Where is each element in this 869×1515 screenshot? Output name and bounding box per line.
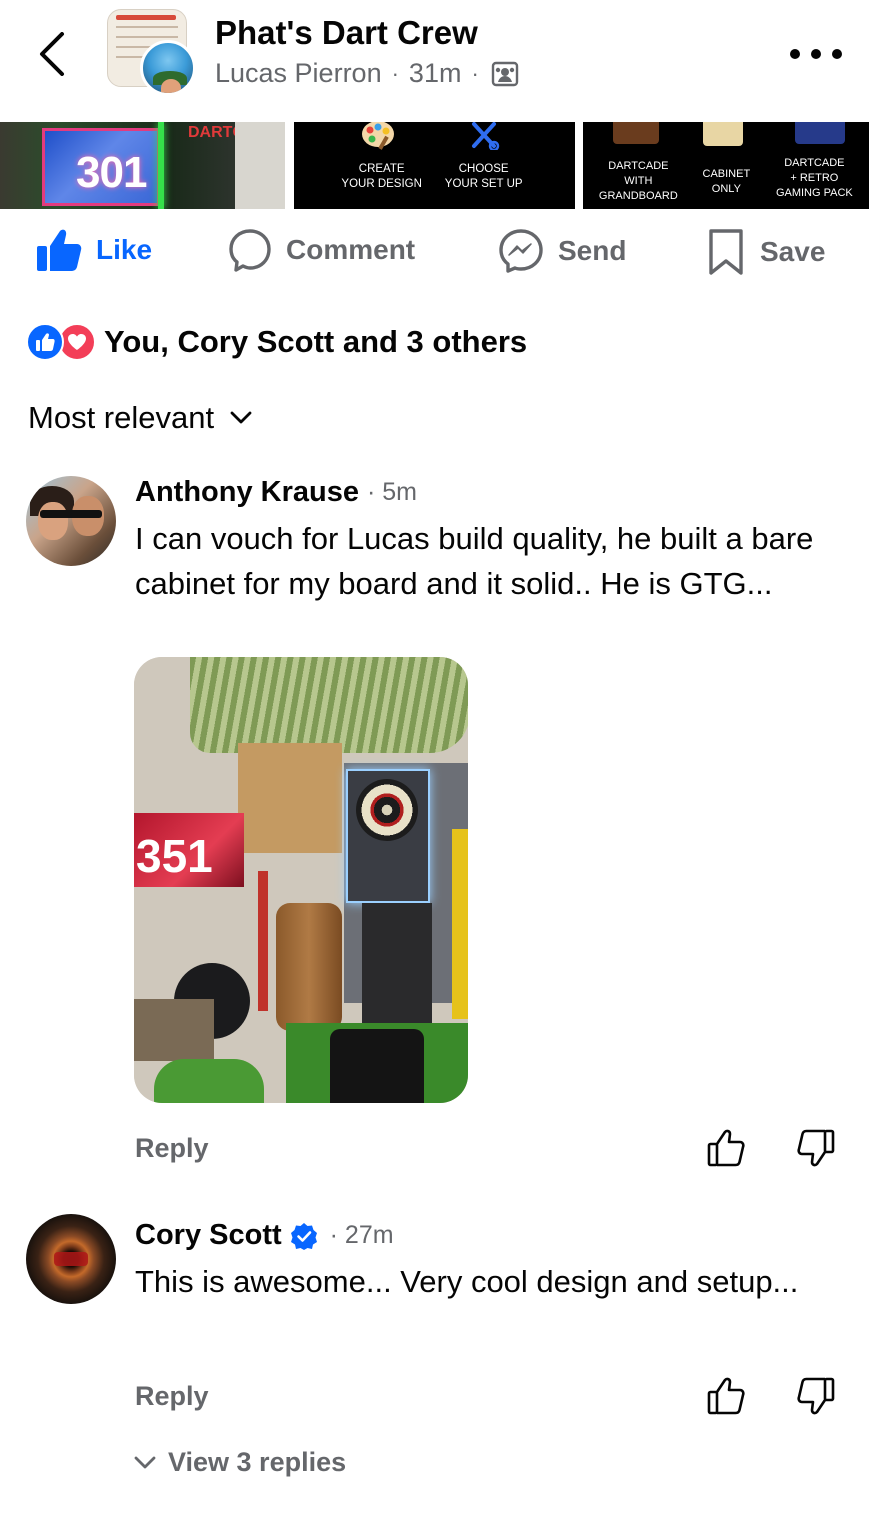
- commenter-avatar[interactable]: [26, 476, 116, 566]
- photo-barrel: [276, 903, 342, 1031]
- like-reaction-icon: [26, 323, 64, 361]
- save-label: Save: [760, 236, 826, 267]
- comment-text: I can vouch for Lucas build quality, he …: [135, 521, 814, 601]
- reactions-summary-text: You, Cory Scott and 3 others: [104, 324, 528, 359]
- thumbs-up-outline-icon: [707, 1377, 745, 1415]
- downvote-button[interactable]: [794, 1374, 838, 1418]
- cabinet-image: [795, 122, 846, 144]
- photo-tv-score: 351: [136, 830, 213, 882]
- photo-dartboard: [356, 779, 418, 841]
- more-options-button[interactable]: [790, 38, 842, 70]
- comment-sort-dropdown[interactable]: Most relevant: [28, 400, 252, 436]
- view-replies-label: View 3 replies: [168, 1447, 347, 1477]
- option-cabinet-only: CABINET ONLY: [689, 167, 763, 197]
- photo-turf-roll: [154, 1059, 264, 1103]
- chevron-left-icon: [40, 32, 64, 76]
- save-button[interactable]: Save: [706, 228, 825, 276]
- comment-photo[interactable]: 351: [134, 657, 468, 1103]
- author-name[interactable]: Lucas Pierron: [215, 58, 382, 89]
- commenter-avatar[interactable]: [26, 1214, 116, 1304]
- meta-separator: ·: [391, 60, 399, 86]
- view-replies-button[interactable]: View 3 replies: [134, 1447, 346, 1478]
- photo-cabinet: [362, 903, 432, 1023]
- option-line: GRANDBOARD: [598, 190, 678, 202]
- chevron-down-icon: [134, 1456, 156, 1468]
- send-button[interactable]: Send: [498, 228, 626, 274]
- option-line: DARTCADE: [784, 157, 845, 169]
- upvote-button[interactable]: [704, 1126, 748, 1170]
- reply-button[interactable]: Reply: [135, 1381, 209, 1412]
- carousel-image-dartcade[interactable]: 301 DARTCADE: [0, 122, 285, 209]
- like-label: Like: [96, 234, 153, 265]
- thumbs-up-filled-icon: [37, 229, 82, 271]
- more-dot: [811, 49, 821, 59]
- photo-hand-truck: [258, 871, 268, 1011]
- option-line: ONLY: [711, 183, 741, 195]
- carousel-image-packages[interactable]: DARTCADE WITH GRANDBOARD CABINET ONLY DA…: [583, 122, 869, 209]
- option-line: + RETRO: [790, 172, 839, 184]
- carousel-image-design-options[interactable]: CREATE YOUR DESIGN CHOOSE YOUR SET UP: [293, 122, 576, 209]
- comment-bubble-icon: [229, 229, 271, 272]
- comment-button[interactable]: Comment: [228, 228, 415, 272]
- cabinet-image: [703, 122, 744, 146]
- messenger-icon: [499, 229, 543, 273]
- sort-label: Most relevant: [28, 400, 215, 435]
- more-dot: [790, 49, 800, 59]
- verified-badge-icon: [290, 1222, 318, 1250]
- photo-canopy: [190, 657, 468, 753]
- option-line: YOUR SET UP: [444, 178, 523, 190]
- option-line: GAMING PACK: [775, 187, 853, 199]
- option-choose-setup: CHOOSE YOUR SET UP: [440, 162, 528, 192]
- comment-author-name[interactable]: Anthony Krause: [135, 476, 359, 509]
- downvote-button[interactable]: [794, 1126, 838, 1170]
- send-label: Send: [558, 235, 627, 266]
- comment-author-name[interactable]: Cory Scott: [135, 1219, 282, 1252]
- comment-author-row: Cory Scott · 27m: [135, 1219, 394, 1252]
- thumbs-down-outline-icon: [797, 1377, 835, 1415]
- comment-label: Comment: [286, 234, 416, 265]
- like-button[interactable]: Like: [36, 228, 152, 272]
- post-header: Phat's Dart Crew Lucas Pierron · 31m ·: [0, 0, 869, 122]
- photo-shelf: [238, 743, 342, 853]
- thumbs-up-outline-icon: [707, 1129, 745, 1167]
- photo-throw-mat: [330, 1029, 424, 1103]
- wall-background: [235, 122, 285, 209]
- thumbs-down-outline-icon: [797, 1129, 835, 1167]
- palette-icon: [361, 122, 394, 150]
- photo-table: [134, 999, 214, 1061]
- option-retro-gaming-pack: DARTCADE + RETRO GAMING PACK: [769, 156, 859, 201]
- option-create-design: CREATE YOUR DESIGN: [338, 162, 426, 192]
- group-name[interactable]: Phat's Dart Crew: [215, 14, 478, 52]
- more-dot: [832, 49, 842, 59]
- bookmark-icon: [709, 229, 743, 275]
- meta-separator: ·: [471, 60, 479, 86]
- option-line: YOUR DESIGN: [341, 178, 422, 190]
- reactions-summary[interactable]: You, Cory Scott and 3 others: [26, 323, 527, 361]
- reply-button[interactable]: Reply: [135, 1133, 209, 1164]
- author-avatar[interactable]: [140, 40, 196, 96]
- comment-author-row: Anthony Krause · 5m: [135, 476, 417, 509]
- option-line: CABINET: [702, 168, 751, 180]
- arcade-screen-score: 301: [76, 148, 147, 197]
- option-line: WITH: [624, 175, 653, 187]
- led-strip: [158, 122, 164, 209]
- option-line: DARTCADE: [608, 160, 669, 172]
- cabinet-image: [613, 122, 660, 144]
- option-line: CHOOSE: [458, 163, 509, 175]
- post-image-carousel: 301 DARTCADE CREATE YOUR DESIGN CHOOSE Y…: [0, 122, 869, 209]
- option-dartcade-grandboard: DARTCADE WITH GRANDBOARD: [593, 159, 683, 204]
- post-time[interactable]: 31m: [409, 58, 462, 89]
- group-members-icon: [491, 61, 518, 86]
- comment-text: This is awesome... Very cool design and …: [135, 1264, 799, 1299]
- photo-yellow-item: [452, 829, 468, 1019]
- post-action-bar: Like Comment Send Save: [0, 222, 869, 286]
- upvote-button[interactable]: [704, 1374, 748, 1418]
- comment-time: · 27m: [329, 1221, 394, 1249]
- tools-icon: [471, 122, 499, 150]
- comment-time: · 5m: [366, 478, 417, 506]
- option-line: CREATE: [358, 163, 405, 175]
- back-button[interactable]: [30, 28, 74, 80]
- post-meta: Lucas Pierron · 31m ·: [215, 58, 519, 89]
- chevron-down-icon: [230, 411, 252, 424]
